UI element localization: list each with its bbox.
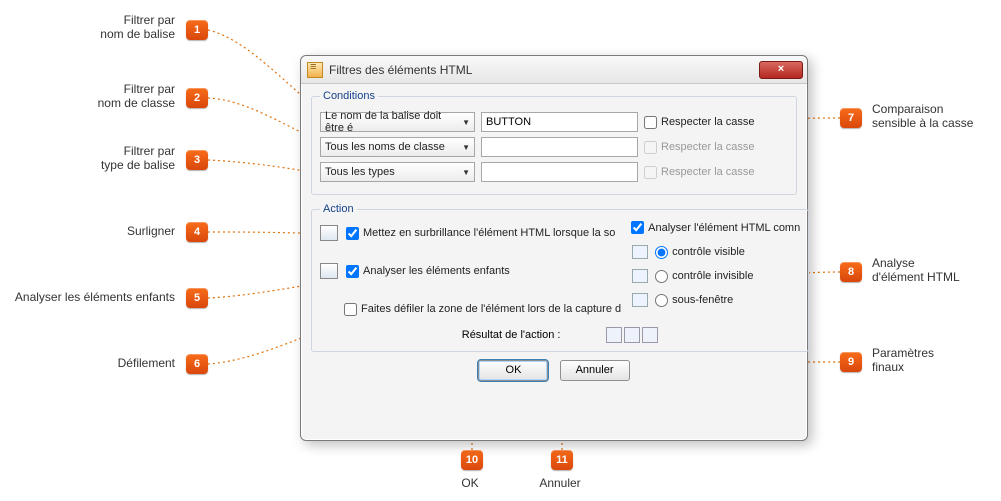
annot-1-label: Filtrer parnom de balise: [55, 13, 175, 41]
children-checkbox[interactable]: Analyser les éléments enfants: [346, 265, 510, 278]
classname-combo-label: Tous les noms de classe: [325, 141, 445, 153]
case-label: Respecter la casse: [661, 116, 755, 128]
annot-11-label: Annuler: [520, 476, 600, 490]
highlight-label: Mettez en surbrillance l'élément HTML lo…: [363, 227, 615, 239]
annot-3-label: Filtrer partype de balise: [55, 144, 175, 172]
case-label: Respecter la casse: [661, 166, 755, 178]
annot-6-badge: 6: [186, 354, 208, 374]
app-icon: [307, 62, 323, 78]
visible-label: contrôle visible: [672, 246, 745, 258]
tagname-combo[interactable]: Le nom de la balise doit être é ▼: [320, 112, 475, 132]
children-icon: [320, 263, 338, 279]
ok-button[interactable]: OK: [478, 360, 548, 381]
annot-11-badge: 11: [551, 450, 573, 470]
type-combo[interactable]: Tous les types ▼: [320, 162, 475, 182]
scroll-label: Faites défiler la zone de l'élément lors…: [361, 303, 621, 315]
annot-6-label: Défilement: [90, 356, 175, 370]
visible-radio[interactable]: contrôle visible: [655, 246, 745, 259]
type-input[interactable]: [481, 162, 638, 182]
annot-4-badge: 4: [186, 222, 208, 242]
conditions-group: Conditions Le nom de la balise doit être…: [311, 90, 797, 195]
annot-1-badge: 1: [186, 20, 208, 40]
classname-combo[interactable]: Tous les noms de classe ▼: [320, 137, 475, 157]
chevron-down-icon: ▼: [462, 118, 470, 127]
chevron-down-icon: ▼: [462, 143, 470, 152]
tagname-combo-label: Le nom de la balise doit être é: [325, 110, 462, 134]
action-group: Action Mettez en surbrillance l'élément …: [311, 203, 809, 352]
parseas-label: Analyser l'élément HTML comn: [648, 222, 800, 234]
highlight-icon: [320, 225, 338, 241]
result-icon-3: [642, 327, 658, 343]
tagname-input[interactable]: [481, 112, 638, 132]
action-legend: Action: [320, 203, 357, 215]
subwindow-label: sous-fenêtre: [672, 294, 733, 306]
invisible-icon: [631, 268, 649, 284]
visible-icon: [631, 244, 649, 260]
children-label: Analyser les éléments enfants: [363, 265, 510, 277]
annot-8-badge: 8: [840, 262, 862, 282]
invisible-label: contrôle invisible: [672, 270, 753, 282]
annot-3-badge: 3: [186, 150, 208, 170]
chevron-down-icon: ▼: [462, 168, 470, 177]
subwindow-icon: [631, 292, 649, 308]
result-icon-2: [624, 327, 640, 343]
annot-10-label: OK: [430, 476, 510, 490]
result-icons: [606, 327, 658, 343]
highlight-checkbox[interactable]: Mettez en surbrillance l'élément HTML lo…: [346, 227, 615, 240]
annot-5-label: Analyser les éléments enfants: [0, 290, 175, 304]
conditions-legend: Conditions: [320, 90, 378, 102]
case-label: Respecter la casse: [661, 141, 755, 153]
result-label: Résultat de l'action :: [462, 329, 561, 341]
result-icon-1: [606, 327, 622, 343]
annot-9-badge: 9: [840, 352, 862, 372]
classname-case-checkbox: Respecter la casse: [644, 141, 755, 154]
annot-9-label: Paramètresfinaux: [872, 346, 992, 374]
type-case-checkbox: Respecter la casse: [644, 166, 755, 179]
subwindow-radio[interactable]: sous-fenêtre: [655, 294, 733, 307]
type-combo-label: Tous les types: [325, 166, 395, 178]
annot-4-label: Surligner: [100, 224, 175, 238]
tagname-case-checkbox[interactable]: Respecter la casse: [644, 116, 755, 129]
annot-7-badge: 7: [840, 108, 862, 128]
annot-2-label: Filtrer parnom de classe: [55, 82, 175, 110]
cancel-button[interactable]: Annuler: [560, 360, 630, 381]
close-button[interactable]: ×: [759, 61, 803, 79]
classname-input[interactable]: [481, 137, 638, 157]
annot-5-badge: 5: [186, 288, 208, 308]
annot-7-label: Comparaisonsensible à la casse: [872, 102, 992, 130]
annot-2-badge: 2: [186, 88, 208, 108]
close-icon: ×: [778, 63, 784, 75]
titlebar[interactable]: Filtres des éléments HTML ×: [301, 56, 807, 84]
scroll-checkbox[interactable]: Faites défiler la zone de l'élément lors…: [344, 303, 621, 316]
dialog-window: Filtres des éléments HTML × Conditions L…: [300, 55, 808, 441]
dialog-title: Filtres des éléments HTML: [329, 63, 759, 77]
invisible-radio[interactable]: contrôle invisible: [655, 270, 753, 283]
annot-8-label: Analysed'élément HTML: [872, 256, 992, 284]
annot-10-badge: 10: [461, 450, 483, 470]
parseas-checkbox[interactable]: Analyser l'élément HTML comn: [631, 221, 800, 234]
